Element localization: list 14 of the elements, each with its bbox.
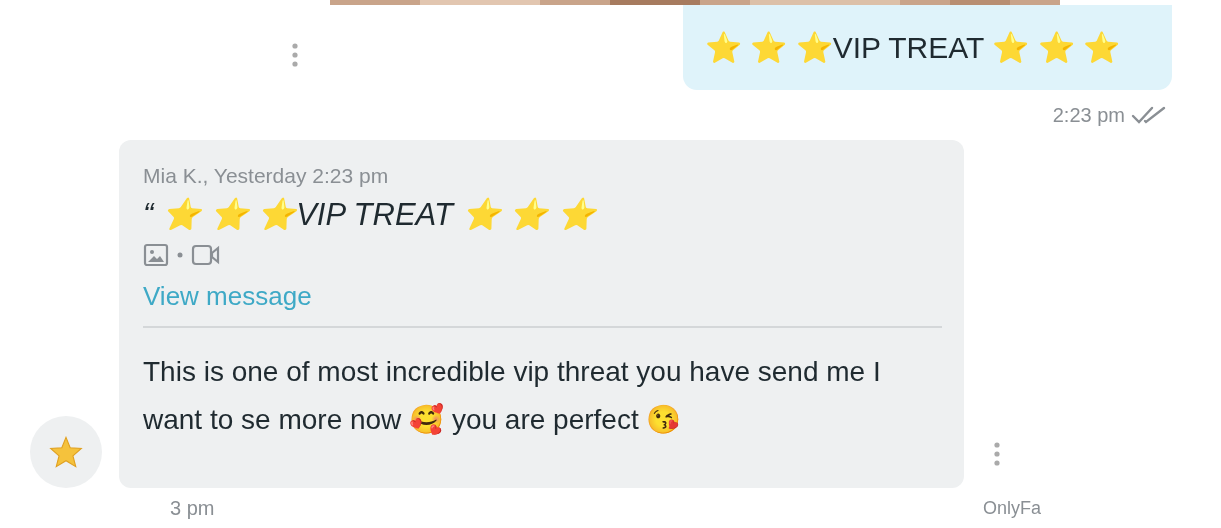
message-time: 2:23 pm (1052, 103, 1125, 127)
video-camera-icon (191, 243, 221, 267)
more-options-icon[interactable] (994, 442, 1000, 466)
message-text: This is one of most incredible vip threat you have send me I want to se more now 🥰 you are perfect 😘 (143, 355, 882, 437)
more-options-icon[interactable] (292, 43, 298, 67)
view-message-link[interactable]: View message (143, 281, 312, 312)
star-icon (49, 436, 83, 468)
quote-author: Mia K., Yesterday 2:23 pm (143, 164, 390, 188)
dot-icon (177, 252, 183, 258)
image-icon (143, 243, 169, 267)
quoted-text: “ ⭐ ⭐ ⭐VIP TREAT ⭐ ⭐ ⭐ (143, 196, 598, 233)
footer-text: OnlyFa (982, 497, 1041, 519)
message-text: ⭐ ⭐ ⭐VIP TREAT ⭐ ⭐ ⭐ (705, 30, 1120, 65)
message-time: 3 pm (170, 496, 215, 520)
